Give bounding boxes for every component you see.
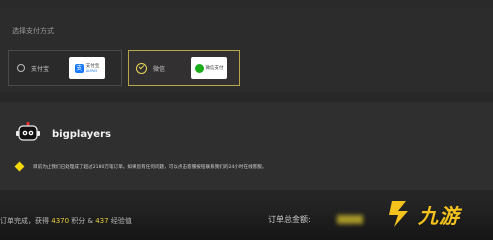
alipay-icon: 支: [74, 63, 84, 73]
watermark-text: 九游: [418, 203, 460, 228]
info-note-text: 目前为止我们已处理成了超过2180万笔订单。如果您有任何问题，可以点击客服按钮联…: [33, 164, 267, 170]
wechat-logo-text: 微信支付: [205, 66, 224, 71]
info-note: 目前为止我们已处理成了超过2180万笔订单。如果您有任何问题，可以点击客服按钮联…: [14, 161, 267, 172]
watermark-logo-icon: [389, 201, 408, 227]
payment-option-label: 微信: [153, 65, 166, 73]
alipay-logo: 支 支付宝 ALIPAY: [69, 57, 105, 79]
wechat-pay-logo: 微信支付: [191, 57, 227, 79]
payment-option-label: 支付宝: [31, 65, 50, 73]
order-total-amount-blurred: [337, 215, 363, 224]
watermark: 九游: [384, 194, 484, 234]
wechat-icon: [194, 63, 204, 73]
payment-method-panel: 选择支付方式 支付宝 支 支付宝 ALIPAY 微信 微信支付: [0, 8, 493, 92]
username: bigplayers: [52, 129, 111, 140]
reward-summary: 订单完成，获得 4370 积分 & 437 经验值: [0, 216, 132, 226]
reward-points-label: 积分 &: [71, 217, 93, 225]
warning-diamond-icon: [14, 161, 25, 172]
radio-unselected-icon[interactable]: [17, 64, 25, 72]
reward-exp: 437: [95, 217, 109, 225]
alipay-logo-sub: ALIPAY: [85, 69, 98, 73]
payment-method-title: 选择支付方式: [12, 27, 54, 35]
avatar-robot-icon: [16, 122, 40, 141]
account-panel: bigplayers 目前为止我们已处理成了超过2180万笔订单。如果您有任何问…: [0, 102, 493, 190]
checkmark-selected-icon[interactable]: [136, 62, 147, 74]
order-total-label: 订单总金额:: [268, 215, 311, 224]
payment-option-wechat[interactable]: 微信 微信支付: [128, 50, 240, 86]
reward-exp-label: 经验值: [110, 217, 132, 225]
payment-option-alipay[interactable]: 支付宝 支 支付宝 ALIPAY: [8, 50, 122, 86]
reward-points: 4370: [51, 217, 70, 225]
reward-prefix: 订单完成，获得: [0, 217, 49, 225]
